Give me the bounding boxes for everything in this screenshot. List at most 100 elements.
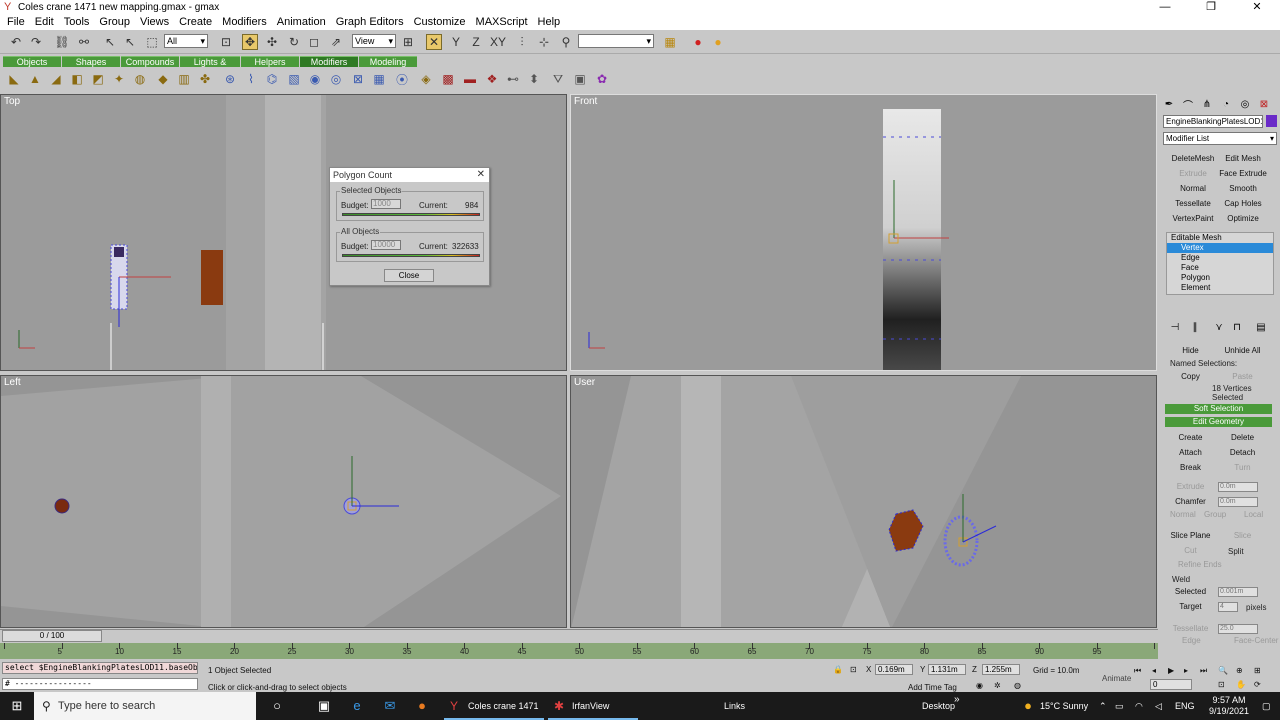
scale-icon[interactable]: ◻ — [306, 34, 322, 50]
displace-icon[interactable]: ⊠ — [350, 71, 366, 87]
face-extrude-icon[interactable]: ⬍ — [526, 71, 542, 87]
target-pixels-spinner[interactable]: 4 — [1218, 602, 1238, 612]
go-to-end-icon[interactable]: ⏭ — [1200, 666, 1207, 676]
poly-select-icon[interactable]: ❖ — [484, 71, 500, 87]
deletemesh-button[interactable]: DeleteMesh — [1169, 152, 1217, 165]
go-to-start-icon[interactable]: ⏮ — [1134, 666, 1141, 676]
restrict-z-icon[interactable]: Z — [468, 34, 484, 50]
slice-plane-button[interactable]: Slice Plane — [1168, 529, 1213, 542]
time-slider[interactable]: 0 / 100 — [0, 629, 1158, 642]
menu-create[interactable]: Create — [174, 16, 217, 28]
unhide-all-button[interactable]: Unhide All — [1220, 344, 1265, 357]
stretch-icon[interactable]: ◩ — [90, 71, 106, 87]
next-frame-icon[interactable]: ▸ — [1184, 666, 1188, 675]
move-icon[interactable]: ✣ — [264, 34, 280, 50]
normal-radio[interactable]: Normal — [1170, 510, 1196, 519]
taskbar-search[interactable]: ⚲ Type here to search — [34, 692, 256, 720]
paste-button[interactable]: Paste — [1220, 370, 1265, 383]
select-link-icon[interactable]: ⛓ — [54, 34, 70, 50]
menu-file[interactable]: File — [2, 16, 30, 28]
menu-help[interactable]: Help — [533, 16, 566, 28]
material-editor-icon[interactable]: ▦ — [662, 34, 678, 50]
stack-item-polygon[interactable]: Polygon — [1167, 273, 1273, 283]
delete-button[interactable]: Delete — [1220, 431, 1265, 444]
menu-customize[interactable]: Customize — [409, 16, 471, 28]
extrude-button[interactable]: Extrude — [1168, 480, 1213, 493]
stack-item-vertex[interactable]: Vertex — [1167, 243, 1273, 253]
create-panel-icon[interactable]: ✒ — [1162, 97, 1176, 111]
x-coord-field[interactable]: 0.169m — [875, 664, 913, 675]
normal-mod-icon[interactable]: ⛛ — [550, 71, 566, 87]
modify-panel-icon[interactable]: ⌒ — [1181, 97, 1195, 112]
relax-icon[interactable]: ◆ — [155, 71, 171, 87]
affect-region-icon[interactable]: ▧ — [286, 71, 302, 87]
mesh-select-icon[interactable]: ▬ — [462, 71, 478, 87]
time-slider-thumb[interactable]: 0 / 100 — [2, 630, 102, 642]
ripple-icon[interactable]: ▥ — [176, 71, 192, 87]
tension-spinner[interactable]: 25.0 — [1218, 624, 1258, 634]
detach-button[interactable]: Detach — [1220, 446, 1265, 459]
optimize-icon[interactable]: ✿ — [594, 71, 610, 87]
twist-icon[interactable]: ◢ — [48, 71, 64, 87]
chamfer-button[interactable]: Chamfer — [1168, 495, 1213, 508]
tab-helpers[interactable]: Helpers — [241, 56, 299, 67]
close-icon[interactable]: ✕ — [477, 168, 485, 182]
taskbar-links-toolbar[interactable]: Links — [724, 692, 745, 720]
taskbar-app-gmax[interactable]: Y Coles crane 1471 n... — [444, 692, 544, 720]
optimize-button[interactable]: Optimize — [1219, 212, 1267, 225]
motion-panel-icon[interactable]: ◔ — [1219, 97, 1233, 111]
extrude-spinner[interactable]: 0.0m — [1218, 482, 1258, 492]
extrude-mod-button[interactable]: Extrude — [1169, 167, 1217, 180]
normal-button[interactable]: Normal — [1169, 182, 1217, 195]
vertexpaint-button[interactable]: VertexPaint — [1169, 212, 1217, 225]
group-radio[interactable]: Group — [1204, 510, 1226, 519]
xform-icon[interactable]: ▦ — [371, 71, 387, 87]
quick-render-icon[interactable]: ● — [710, 34, 726, 50]
pan-icon[interactable]: ✋ — [1236, 680, 1246, 689]
add-time-tag[interactable]: Add Time Tag — [908, 683, 957, 692]
viewport-front[interactable]: Front — [570, 94, 1157, 371]
restore-icon[interactable]: ❐ — [1188, 0, 1234, 14]
menu-views[interactable]: Views — [135, 16, 174, 28]
refine-ends-checkbox[interactable]: Refine Ends — [1178, 560, 1222, 569]
remove-modifier-icon[interactable]: ⊓ — [1230, 320, 1244, 334]
skew-icon[interactable]: ⊛ — [222, 71, 238, 87]
smooth-mod-icon[interactable]: ▣ — [572, 71, 588, 87]
mirror-mod-icon[interactable]: ◎ — [328, 71, 344, 87]
split-checkbox[interactable]: Split — [1228, 547, 1244, 556]
prev-frame-icon[interactable]: ◂ — [1152, 666, 1156, 675]
tab-shapes[interactable]: Shapes — [62, 56, 120, 67]
undo-icon[interactable]: ↶ — [8, 34, 24, 50]
animate-button[interactable]: Animate — [1102, 674, 1131, 683]
constraint-xy-icon[interactable]: ✕ — [426, 34, 442, 50]
select-by-name-icon[interactable]: ↖ — [122, 34, 138, 50]
render-icon[interactable]: ● — [690, 34, 706, 50]
firefox-icon[interactable]: ● — [414, 698, 430, 714]
face-extrude-button[interactable]: Face Extrude — [1219, 167, 1267, 180]
weld-selected-button[interactable]: Selected — [1168, 585, 1213, 598]
region-select-icon[interactable]: ⬚ — [144, 34, 160, 50]
stack-item-face[interactable]: Face — [1167, 263, 1273, 273]
minimize-icon[interactable]: — — [1142, 0, 1188, 14]
align-icon[interactable]: ⊹ — [536, 34, 552, 50]
taskbar-app-irfanview[interactable]: ✱ IrfanView — [548, 692, 638, 720]
tab-modifiers[interactable]: Modifiers — [300, 56, 358, 67]
display-panel-icon[interactable]: ◎ — [1238, 97, 1252, 111]
soft-selection-rollout[interactable]: Soft Selection — [1165, 404, 1272, 414]
auto-key-icon[interactable]: ◍ — [1014, 681, 1021, 690]
more-toolbars-icon[interactable]: » — [954, 686, 960, 714]
current-frame-field[interactable]: 0 — [1150, 679, 1192, 690]
select-and-link-icon[interactable]: ⊡ — [218, 34, 234, 50]
store-icon[interactable]: ▣ — [316, 698, 332, 714]
attach-button[interactable]: Attach — [1168, 446, 1213, 459]
notifications-icon[interactable]: ▢ — [1262, 692, 1271, 720]
squeeze-icon[interactable]: ✦ — [111, 71, 127, 87]
z-coord-field[interactable]: 1.255m — [982, 664, 1020, 675]
network-icon[interactable]: ▭ — [1115, 692, 1124, 720]
weld-threshold-spinner[interactable]: 0.001m — [1218, 587, 1258, 597]
menu-group[interactable]: Group — [94, 16, 135, 28]
noise-icon[interactable]: ◧ — [69, 71, 85, 87]
viewport-left[interactable]: Left — [0, 375, 567, 628]
hierarchy-panel-icon[interactable]: ⋔ — [1200, 97, 1214, 111]
chamfer-spinner[interactable]: 0.0m — [1218, 497, 1258, 507]
